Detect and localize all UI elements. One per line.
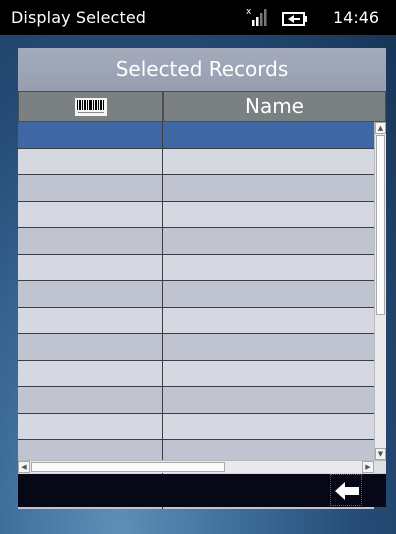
back-arrow-icon: [333, 481, 361, 501]
cell-barcode[interactable]: [18, 281, 163, 307]
cell-barcode[interactable]: [18, 413, 163, 439]
cell-name[interactable]: [163, 308, 374, 334]
cell-name[interactable]: [163, 175, 374, 201]
records-panel: Selected Records Name ▲ ▼ ◀ ▶: [18, 48, 386, 509]
cell-name[interactable]: [163, 202, 374, 228]
cell-barcode[interactable]: [18, 175, 163, 201]
cell-barcode[interactable]: [18, 307, 163, 333]
table-row[interactable]: [18, 228, 374, 255]
cell-barcode[interactable]: [18, 148, 163, 174]
bottom-toolbar: [18, 474, 386, 507]
cell-name[interactable]: [163, 334, 374, 360]
table-row[interactable]: [18, 307, 374, 334]
scrollbar-corner: [374, 461, 386, 473]
cell-name[interactable]: [163, 414, 374, 440]
cell-name[interactable]: [163, 122, 374, 148]
clock[interactable]: 14:46: [333, 8, 379, 27]
panel-title: Selected Records: [18, 48, 386, 91]
signal-off-icon[interactable]: x: [246, 6, 268, 30]
table-row[interactable]: [18, 122, 374, 149]
cell-name[interactable]: [163, 387, 374, 413]
table-row[interactable]: [18, 387, 374, 414]
column-header-name[interactable]: Name: [163, 91, 386, 122]
battery-charging-icon[interactable]: [282, 11, 308, 26]
cell-barcode[interactable]: [18, 228, 163, 254]
barcode-icon: [75, 98, 107, 116]
scroll-right-icon[interactable]: ▶: [362, 461, 374, 473]
table-row[interactable]: [18, 201, 374, 228]
vertical-scrollbar[interactable]: ▲ ▼: [374, 122, 386, 460]
window-title[interactable]: Display Selected: [11, 8, 146, 27]
horizontal-scrollbar[interactable]: ◀ ▶: [18, 460, 386, 473]
cell-barcode[interactable]: [18, 201, 163, 227]
cell-barcode[interactable]: [18, 387, 163, 413]
table-row[interactable]: [18, 281, 374, 308]
cell-name[interactable]: [163, 228, 374, 254]
table-row[interactable]: [18, 334, 374, 361]
column-header-barcode[interactable]: [18, 91, 163, 122]
cell-barcode[interactable]: [18, 122, 163, 148]
cell-barcode[interactable]: [18, 360, 163, 386]
scroll-up-icon[interactable]: ▲: [375, 122, 386, 134]
cell-name[interactable]: [163, 361, 374, 387]
cell-name[interactable]: [163, 255, 374, 281]
cell-name[interactable]: [163, 149, 374, 175]
table-row[interactable]: [18, 148, 374, 175]
table-row[interactable]: [18, 254, 374, 281]
scroll-down-icon[interactable]: ▼: [375, 448, 386, 460]
vertical-scroll-thumb[interactable]: [376, 135, 385, 315]
status-bar: Display Selected x 14:46: [0, 0, 396, 35]
cell-barcode[interactable]: [18, 334, 163, 360]
scroll-left-icon[interactable]: ◀: [18, 461, 30, 473]
table-row[interactable]: [18, 360, 374, 387]
records-grid[interactable]: [18, 122, 374, 509]
cell-name[interactable]: [163, 281, 374, 307]
table-row[interactable]: [18, 413, 374, 440]
horizontal-scroll-thumb[interactable]: [31, 462, 225, 472]
cell-barcode[interactable]: [18, 254, 163, 280]
table-row[interactable]: [18, 175, 374, 202]
svg-text:x: x: [246, 7, 252, 17]
back-button[interactable]: [330, 474, 362, 506]
